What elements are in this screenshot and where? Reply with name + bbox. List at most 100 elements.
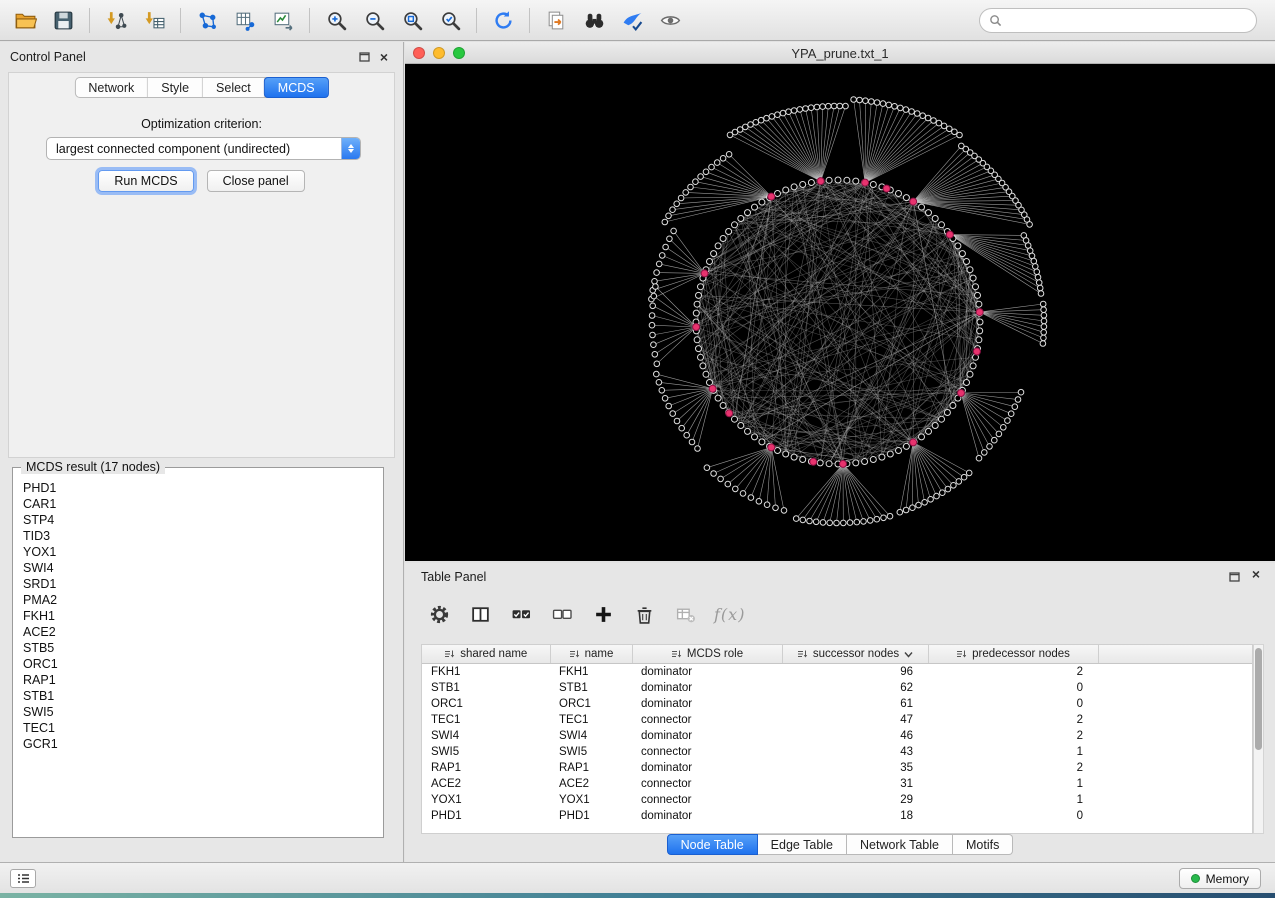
tab-network-table[interactable]: Network Table: [847, 834, 953, 855]
select-all-icon[interactable]: [509, 602, 533, 626]
zoom-out-icon[interactable]: [355, 4, 393, 36]
column-header-mcds-role[interactable]: MCDS role: [632, 645, 782, 664]
memory-label: Memory: [1206, 872, 1249, 886]
mcds-result-item[interactable]: TEC1: [23, 720, 373, 736]
cell-mcds-role: dominator: [632, 664, 782, 680]
network-canvas[interactable]: [405, 64, 1275, 561]
table-scrollbar[interactable]: [1253, 644, 1264, 834]
mcds-result-item[interactable]: STB5: [23, 640, 373, 656]
mcds-result-title: MCDS result (17 nodes): [21, 460, 165, 474]
search-field[interactable]: [979, 8, 1257, 33]
refresh-layout-icon[interactable]: [484, 4, 522, 36]
close-table-panel-icon[interactable]: ×: [1249, 567, 1263, 580]
mcds-result-item[interactable]: GCR1: [23, 736, 373, 752]
toolbar-separator: [476, 8, 477, 33]
column-header-predecessor-nodes[interactable]: predecessor nodes: [928, 645, 1098, 664]
optimization-criterion-label: Optimization criterion:: [9, 117, 394, 131]
delete-table-icon[interactable]: [673, 602, 697, 626]
task-history-button[interactable]: [10, 869, 36, 888]
run-mcds-button[interactable]: Run MCDS: [98, 170, 193, 192]
mcds-tab-content: Network Style Select MCDS Optimization c…: [8, 72, 395, 458]
zoom-fit-icon[interactable]: [393, 4, 431, 36]
mcds-result-item[interactable]: ACE2: [23, 624, 373, 640]
mcds-result-item[interactable]: SWI5: [23, 704, 373, 720]
column-header-name[interactable]: name: [550, 645, 632, 664]
table-row[interactable]: YOX1YOX1connector291: [422, 792, 1252, 808]
float-panel-icon[interactable]: [357, 50, 371, 63]
control-panel-tabs: Network Style Select MCDS: [74, 77, 328, 98]
mcds-result-item[interactable]: RAP1: [23, 672, 373, 688]
memory-button[interactable]: Memory: [1179, 868, 1261, 889]
table-scrollbar-thumb[interactable]: [1255, 648, 1262, 750]
mcds-result-item[interactable]: YOX1: [23, 544, 373, 560]
column-header-shared-name[interactable]: shared name: [422, 645, 550, 664]
network-window-titlebar[interactable]: YPA_prune.txt_1: [405, 42, 1275, 64]
search-icon: [989, 14, 1002, 27]
mcds-result-item[interactable]: PMA2: [23, 592, 373, 608]
network-table-icon[interactable]: [226, 4, 264, 36]
table-row[interactable]: RAP1RAP1dominator352: [422, 760, 1252, 776]
add-icon[interactable]: [591, 602, 615, 626]
table-row[interactable]: FKH1FKH1dominator962: [422, 664, 1252, 680]
import-network-icon[interactable]: [97, 4, 135, 36]
delete-icon[interactable]: [632, 602, 656, 626]
close-panel-icon[interactable]: ×: [377, 50, 391, 63]
tab-style[interactable]: Style: [148, 78, 203, 97]
mcds-result-list: PHD1CAR1STP4TID3YOX1SWI4SRD1PMA2FKH1ACE2…: [14, 476, 382, 836]
copy-document-icon[interactable]: [537, 4, 575, 36]
column-header-filler: [1098, 645, 1252, 664]
mcds-result-item[interactable]: CAR1: [23, 496, 373, 512]
apply-style-icon[interactable]: [613, 4, 651, 36]
mcds-result-item[interactable]: FKH1: [23, 608, 373, 624]
columns-icon[interactable]: [468, 602, 492, 626]
export-image-icon[interactable]: [264, 4, 302, 36]
tab-network[interactable]: Network: [75, 78, 148, 97]
table-row[interactable]: ORC1ORC1dominator610: [422, 696, 1252, 712]
table-row[interactable]: TEC1TEC1connector472: [422, 712, 1252, 728]
cell-successor-nodes: 46: [782, 728, 928, 744]
mcds-result-item[interactable]: STP4: [23, 512, 373, 528]
tab-motifs[interactable]: Motifs: [953, 834, 1013, 855]
deselect-all-icon[interactable]: [550, 602, 574, 626]
tab-select[interactable]: Select: [203, 78, 265, 97]
mcds-result-item[interactable]: SWI4: [23, 560, 373, 576]
import-table-icon[interactable]: [135, 4, 173, 36]
cell-successor-nodes: 43: [782, 744, 928, 760]
table-row[interactable]: PHD1PHD1dominator180: [422, 808, 1252, 824]
mcds-result-item[interactable]: STB1: [23, 688, 373, 704]
mcds-result-item[interactable]: PHD1: [23, 480, 373, 496]
cell-shared-name: YOX1: [422, 792, 550, 808]
mcds-result-item[interactable]: ORC1: [23, 656, 373, 672]
mcds-result-item[interactable]: SRD1: [23, 576, 373, 592]
new-network-icon[interactable]: [188, 4, 226, 36]
cell-predecessor-nodes: 2: [928, 664, 1098, 680]
gear-icon[interactable]: [427, 602, 451, 626]
table-row[interactable]: SWI4SWI4dominator462: [422, 728, 1252, 744]
mcds-result-box: MCDS result (17 nodes) PHD1CAR1STP4TID3Y…: [12, 467, 384, 838]
cell-predecessor-nodes: 2: [928, 712, 1098, 728]
open-session-icon[interactable]: [6, 4, 44, 36]
tab-mcds[interactable]: MCDS: [264, 77, 329, 98]
zoom-in-icon[interactable]: [317, 4, 355, 36]
zoom-selected-icon[interactable]: [431, 4, 469, 36]
table-row[interactable]: ACE2ACE2connector311: [422, 776, 1252, 792]
float-table-panel-icon[interactable]: [1227, 570, 1241, 583]
memory-status-icon: [1191, 874, 1200, 883]
tab-node-table[interactable]: Node Table: [667, 834, 758, 855]
save-session-icon[interactable]: [44, 4, 82, 36]
search-input[interactable]: [1008, 14, 1247, 28]
search-network-icon[interactable]: [575, 4, 613, 36]
show-hide-icon[interactable]: [651, 4, 689, 36]
cell-predecessor-nodes: 0: [928, 696, 1098, 712]
toolbar-separator: [529, 8, 530, 33]
chevron-down-icon: [904, 651, 913, 658]
table-row[interactable]: SWI5SWI5connector431: [422, 744, 1252, 760]
tab-edge-table[interactable]: Edge Table: [758, 834, 847, 855]
close-panel-button[interactable]: Close panel: [207, 170, 305, 192]
table-row[interactable]: STB1STB1dominator620: [422, 680, 1252, 696]
mcds-result-item[interactable]: TID3: [23, 528, 373, 544]
column-header-successor-nodes[interactable]: successor nodes: [782, 645, 928, 664]
cell-predecessor-nodes: 1: [928, 776, 1098, 792]
function-builder-icon[interactable]: f(x): [714, 605, 745, 624]
optimization-criterion-dropdown[interactable]: largest connected component (undirected): [46, 137, 361, 160]
